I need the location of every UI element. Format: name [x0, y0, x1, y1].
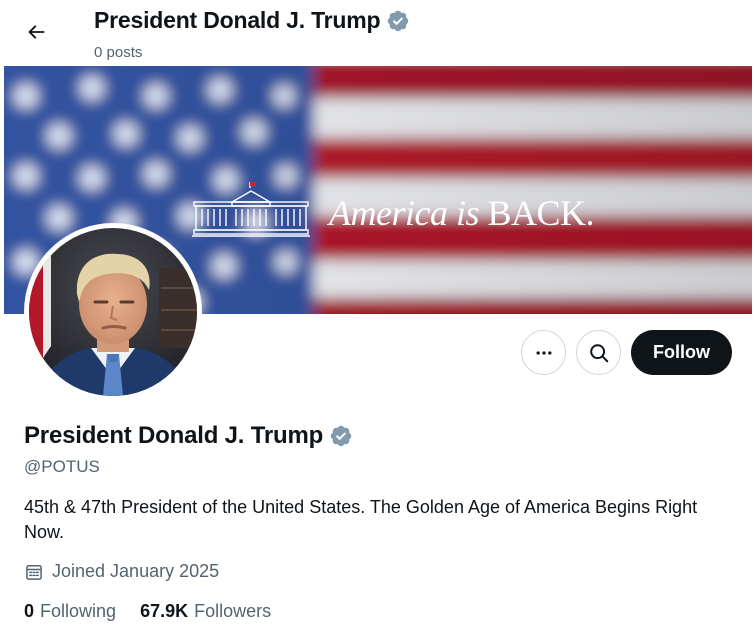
verified-badge-icon — [388, 10, 409, 31]
followers-label: Followers — [194, 601, 272, 621]
search-icon — [589, 343, 608, 362]
followers-link[interactable]: 67.9K Followers — [140, 601, 271, 622]
search-profile-button[interactable] — [576, 330, 621, 375]
banner-slogan-caps: BACK. — [478, 193, 594, 233]
profile-handle: @POTUS — [24, 457, 100, 476]
white-house-logo — [192, 180, 310, 238]
avatar[interactable] — [24, 223, 202, 401]
post-count: 0 posts — [94, 44, 143, 61]
profile-bio: 45th & 47th President of the United Stat… — [24, 497, 698, 542]
profile-name-row: President Donald J. Trump — [24, 422, 353, 450]
arrow-left-icon — [28, 25, 45, 39]
verified-badge-icon[interactable] — [329, 424, 353, 448]
follow-button[interactable]: Follow — [631, 330, 732, 375]
joined-text: Joined January 2025 — [52, 561, 220, 581]
profile-name: President Donald J. Trump — [24, 422, 324, 449]
banner-slogan-italic: America is — [329, 193, 479, 233]
avatar-portrait — [29, 228, 197, 396]
calendar-icon — [26, 564, 42, 580]
back-button[interactable] — [17, 13, 55, 51]
following-label: Following — [40, 601, 117, 621]
following-count: 0 — [24, 601, 35, 621]
banner-slogan: America is BACK. — [329, 192, 595, 234]
header-name: President Donald J. Trump — [94, 7, 381, 33]
more-dots-icon — [536, 350, 551, 355]
follow-stats: 0 Following 67.9K Followers — [24, 601, 271, 622]
followers-count: 67.9K — [140, 601, 189, 621]
more-options-button[interactable] — [521, 330, 566, 375]
profile-header: President Donald J. Trump 0 posts — [0, 0, 755, 66]
joined-date: Joined January 2025 — [24, 561, 219, 582]
following-link[interactable]: 0 Following — [24, 601, 116, 622]
header-title: President Donald J. Trump — [94, 7, 410, 34]
